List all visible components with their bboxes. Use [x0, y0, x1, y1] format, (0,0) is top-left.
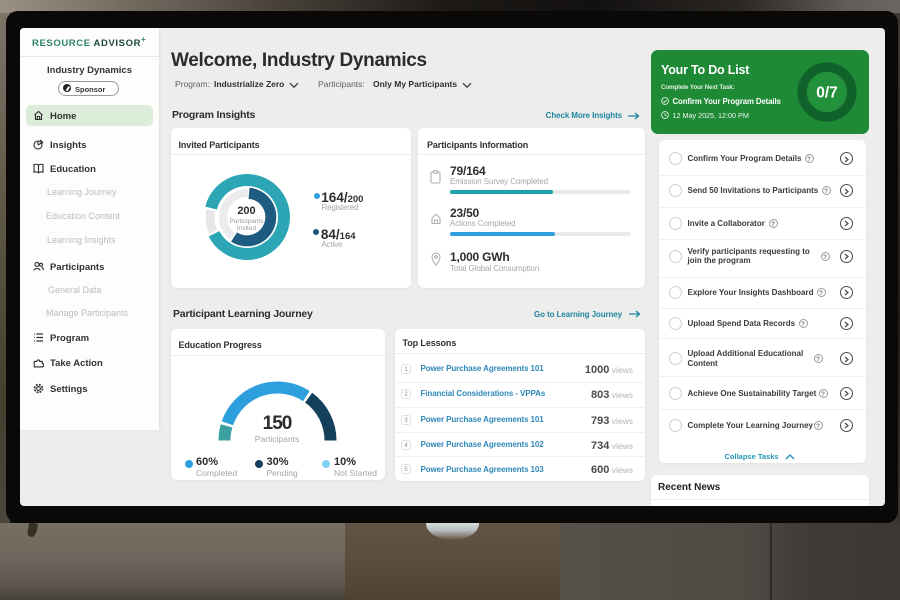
svg-text:0/7: 0/7 [816, 85, 838, 102]
